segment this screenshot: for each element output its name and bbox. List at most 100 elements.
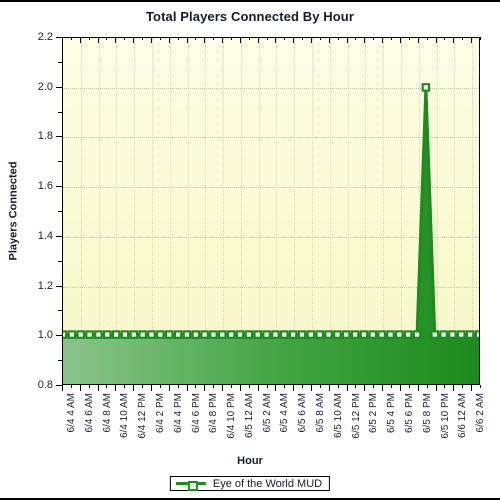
x-axis-tick-top — [444, 37, 446, 40]
x-axis-tick — [364, 385, 366, 391]
x-axis-tick-label: 6/4 12 PM — [137, 393, 149, 439]
data-point-marker — [474, 330, 479, 339]
data-point-marker — [297, 330, 307, 339]
x-axis-tick — [302, 385, 304, 388]
x-axis-tick — [471, 385, 473, 391]
x-axis-tick — [426, 385, 428, 388]
data-point-marker — [147, 330, 156, 339]
data-point-marker — [226, 330, 236, 339]
x-axis-tick-top — [213, 37, 215, 40]
x-axis-tick — [133, 385, 135, 391]
x-axis-tick — [266, 385, 268, 388]
x-axis-tick — [204, 385, 206, 391]
data-point-marker — [306, 330, 316, 339]
x-axis-tick-top — [88, 37, 90, 40]
x-axis-tick — [444, 385, 446, 388]
data-point-marker — [120, 330, 130, 339]
y-axis-tick — [58, 211, 62, 212]
x-axis-tick — [480, 385, 481, 388]
chart-legend[interactable]: Eye of the World MUD — [169, 476, 331, 491]
data-point-marker — [395, 330, 404, 339]
x-axis-tick — [275, 385, 277, 391]
y-axis-tick — [56, 186, 62, 188]
y-axis-tick-label: 0.8 — [37, 379, 53, 391]
x-axis-tick-top — [133, 37, 135, 43]
x-axis-tick-label: 6/4 8 AM — [101, 393, 113, 433]
x-axis-tick-top — [364, 37, 366, 43]
x-axis-tick-top — [293, 37, 295, 43]
data-point-marker — [377, 330, 386, 339]
data-point-marker — [200, 330, 209, 339]
x-axis-tick — [382, 385, 384, 391]
x-axis-tick-top — [195, 37, 197, 40]
data-point-marker — [191, 330, 201, 339]
data-point-marker — [439, 330, 448, 339]
data-point-marker — [359, 330, 369, 339]
x-axis-tick-top — [462, 37, 464, 40]
data-point-marker — [403, 330, 413, 339]
x-axis-tick-top — [355, 37, 357, 40]
x-axis-tick-top — [408, 37, 410, 40]
x-axis-tick — [311, 385, 313, 391]
x-axis-tick-top — [257, 37, 259, 43]
data-point-marker — [457, 330, 466, 339]
x-axis-tick — [355, 385, 357, 388]
chart-title: Total Players Connected By Hour — [145, 9, 354, 24]
x-axis-tick-label: 6/4 6 PM — [190, 393, 202, 434]
data-point-marker — [67, 330, 77, 339]
x-axis-tick-label: 6/4 6 AM — [83, 393, 95, 433]
data-point-marker — [333, 330, 342, 339]
data-point-marker — [164, 330, 174, 339]
x-axis-tick-label: 6/6 12 AM — [457, 393, 469, 439]
data-point-marker — [129, 330, 139, 339]
x-axis-tick-top — [337, 37, 339, 40]
x-axis-tick-label: 6/5 4 PM — [386, 393, 398, 434]
data-point-marker — [182, 330, 192, 339]
x-axis-tick-top — [382, 37, 384, 43]
x-axis-tick-top — [248, 37, 250, 40]
data-point-marker — [156, 330, 165, 339]
x-axis-tick — [319, 385, 321, 388]
data-point-marker — [76, 330, 85, 339]
data-point-marker — [448, 330, 457, 339]
x-axis-tick-top — [62, 37, 63, 43]
data-point-marker — [138, 330, 147, 339]
y-axis-tick — [56, 86, 62, 88]
x-axis-tick — [177, 385, 179, 388]
x-axis-tick — [150, 385, 152, 391]
x-axis-tick-label: 6/5 10 AM — [332, 393, 344, 439]
data-point-marker — [430, 330, 440, 339]
y-axis-tick — [56, 136, 62, 138]
data-point-marker — [465, 330, 475, 339]
y-axis-tick-label: 1.2 — [37, 279, 53, 292]
x-axis-tick — [97, 385, 99, 391]
y-axis-tick — [58, 260, 62, 262]
data-point-marker — [173, 330, 183, 339]
x-axis-tick — [462, 385, 464, 388]
x-axis-tick-top — [480, 37, 481, 40]
x-axis-tick — [213, 385, 215, 388]
x-axis-tick-label: 6/5 10 PM — [439, 393, 451, 439]
series-layer — [63, 83, 479, 384]
x-axis-tick-top — [399, 37, 401, 43]
x-axis-tick — [417, 385, 419, 391]
y-axis-tick — [58, 310, 62, 312]
x-axis-tick-label: 6/4 2 PM — [154, 393, 166, 434]
y-axis-tick — [58, 360, 62, 362]
x-axis-tick-top — [79, 37, 81, 43]
x-axis-tick-top — [177, 37, 179, 40]
x-axis-tick-top — [186, 37, 188, 43]
y-axis-tick-label: 2.0 — [37, 80, 53, 93]
data-point-marker — [235, 330, 245, 339]
x-axis-tick-top — [230, 37, 232, 40]
x-axis-tick-top — [426, 37, 428, 40]
x-axis-tick — [453, 385, 455, 391]
x-axis-tick — [257, 385, 259, 391]
x-axis-tick-top — [239, 37, 241, 43]
x-axis-tick — [159, 385, 161, 388]
x-axis-tick — [142, 385, 144, 388]
x-axis-tick — [284, 385, 286, 388]
chart-container: Total Players Connected By Hour Players … — [0, 0, 500, 500]
x-axis-tick-top — [373, 37, 375, 40]
y-axis-tick-label: 1.6 — [37, 180, 53, 193]
